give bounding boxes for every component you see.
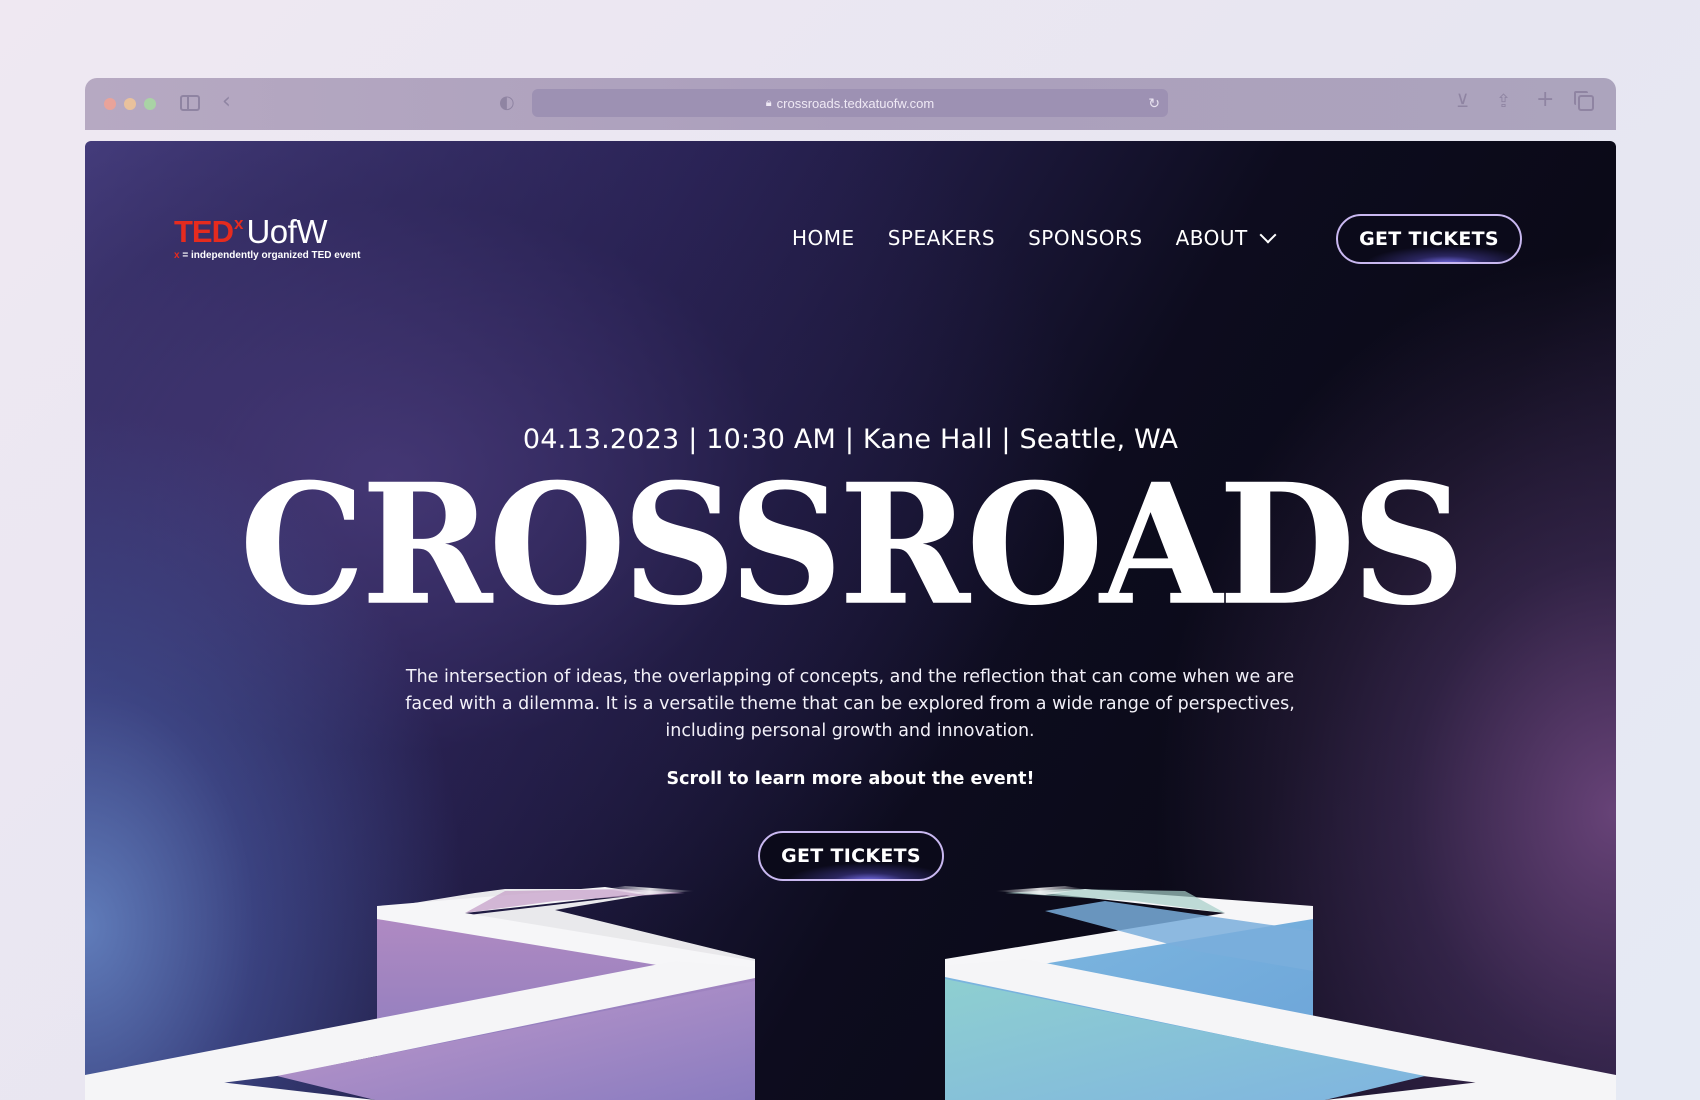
address-bar[interactable]: 🔒︎ crossroads.tedxatuofw.com ↻ bbox=[532, 89, 1168, 117]
download-icon[interactable]: ⊻ bbox=[1456, 93, 1469, 111]
tabs-overview-icon[interactable] bbox=[1574, 91, 1594, 111]
shield-icon[interactable]: ◐ bbox=[499, 94, 515, 112]
reload-icon[interactable]: ↻ bbox=[1148, 95, 1160, 112]
logo-ted: TED bbox=[174, 214, 234, 249]
get-tickets-nav-button[interactable]: GET TICKETS bbox=[1336, 214, 1522, 264]
new-tab-icon[interactable]: + bbox=[1536, 89, 1554, 111]
nav-sponsors[interactable]: SPONSORS bbox=[1028, 226, 1143, 250]
minimize-window-button[interactable] bbox=[124, 98, 136, 110]
nav-about-label: ABOUT bbox=[1175, 226, 1248, 250]
get-tickets-hero-button[interactable]: GET TICKETS bbox=[758, 831, 944, 881]
back-arrow-icon[interactable]: ‹ bbox=[222, 91, 231, 113]
lock-icon: 🔒︎ bbox=[765, 96, 772, 109]
browser-toolbar: ‹ ◐ 🔒︎ crossroads.tedxatuofw.com ↻ ⊻ ⇪ + bbox=[85, 78, 1616, 130]
main-nav: HOME SPEAKERS SPONSORS ABOUT bbox=[792, 226, 1277, 250]
nav-speakers[interactable]: SPEAKERS bbox=[888, 226, 995, 250]
url-text: crossroads.tedxatuofw.com bbox=[776, 95, 935, 111]
hero-title: CROSSROADS bbox=[239, 448, 1465, 643]
logo-tagline: x = independently organized TED event bbox=[174, 250, 360, 261]
logo-x: x bbox=[234, 214, 244, 233]
nav-about[interactable]: ABOUT bbox=[1175, 226, 1277, 250]
nav-home[interactable]: HOME bbox=[792, 226, 855, 250]
share-icon[interactable]: ⇪ bbox=[1496, 93, 1511, 111]
scroll-prompt: Scroll to learn more about the event! bbox=[666, 769, 1035, 789]
chevron-down-icon bbox=[1259, 226, 1277, 244]
sidebar-icon[interactable] bbox=[180, 95, 200, 111]
hero-description: The intersection of ideas, the overlappi… bbox=[405, 667, 1295, 741]
logo-name: UofW bbox=[246, 213, 327, 250]
logo-tagline-text: = independently organized TED event bbox=[179, 250, 361, 261]
maximize-window-button[interactable] bbox=[144, 98, 156, 110]
website-viewport: TED x UofW x = independently organized T… bbox=[85, 141, 1616, 1100]
tedx-logo[interactable]: TED x UofW x = independently organized T… bbox=[174, 213, 360, 262]
close-window-button[interactable] bbox=[104, 98, 116, 110]
